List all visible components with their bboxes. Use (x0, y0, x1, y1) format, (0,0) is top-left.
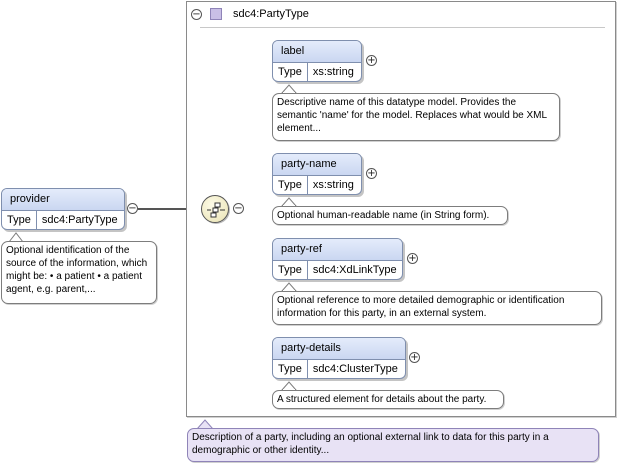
element-label[interactable]: label Type xs:string (272, 40, 362, 82)
provider-element[interactable]: provider Type sdc4:PartyType (1, 188, 125, 230)
party-name-documentation: Optional human-readable name (in String … (272, 206, 508, 225)
element-party-details-type-value: sdc4:ClusterType (312, 363, 398, 375)
provider-type-value: sdc4:PartyType (41, 214, 118, 226)
element-label-name: label (273, 41, 361, 63)
provider-documentation: Optional identification of the source of… (1, 241, 157, 304)
sequence-icon[interactable] (201, 195, 229, 223)
element-party-name-type-key: Type (273, 176, 308, 194)
element-label-type-value: xs:string (312, 66, 354, 78)
element-party-name[interactable]: party-name Type xs:string (272, 153, 362, 195)
label-documentation: Descriptive name of this datatype model.… (272, 93, 560, 141)
element-party-ref-type-key: Type (273, 261, 308, 279)
expand-party-ref-icon[interactable]: + (407, 253, 418, 264)
party-details-documentation: A structured element for details about t… (272, 390, 504, 409)
element-party-details-type-key: Type (273, 360, 308, 378)
element-party-ref[interactable]: party-ref Type sdc4:XdLinkType (272, 238, 403, 280)
element-party-details-name: party-details (273, 338, 405, 360)
party-ref-documentation: Optional reference to more detailed demo… (272, 291, 602, 325)
party-type-documentation: Description of a party, including an opt… (187, 428, 599, 462)
party-type-title: sdc4:PartyType (233, 8, 309, 20)
element-party-ref-name: party-ref (273, 239, 402, 261)
element-party-details[interactable]: party-details Type sdc4:ClusterType (272, 337, 406, 379)
collapse-type-icon[interactable]: − (191, 9, 202, 20)
provider-element-name: provider (2, 189, 124, 211)
element-party-name-name: party-name (273, 154, 361, 176)
element-party-ref-type-value: sdc4:XdLinkType (312, 264, 397, 276)
type-header-divider (200, 27, 605, 28)
collapse-sequence-icon[interactable]: − (233, 203, 244, 214)
collapse-provider-icon[interactable]: − (127, 203, 138, 214)
complex-type-icon (210, 8, 222, 20)
sequence-glyph (207, 202, 225, 218)
provider-type-key: Type (2, 211, 37, 229)
expand-party-details-icon[interactable]: + (409, 352, 420, 363)
expand-party-name-icon[interactable]: + (366, 168, 377, 179)
element-party-name-type-value: xs:string (312, 179, 354, 191)
expand-label-icon[interactable]: + (366, 55, 377, 66)
element-label-type-key: Type (273, 63, 308, 81)
